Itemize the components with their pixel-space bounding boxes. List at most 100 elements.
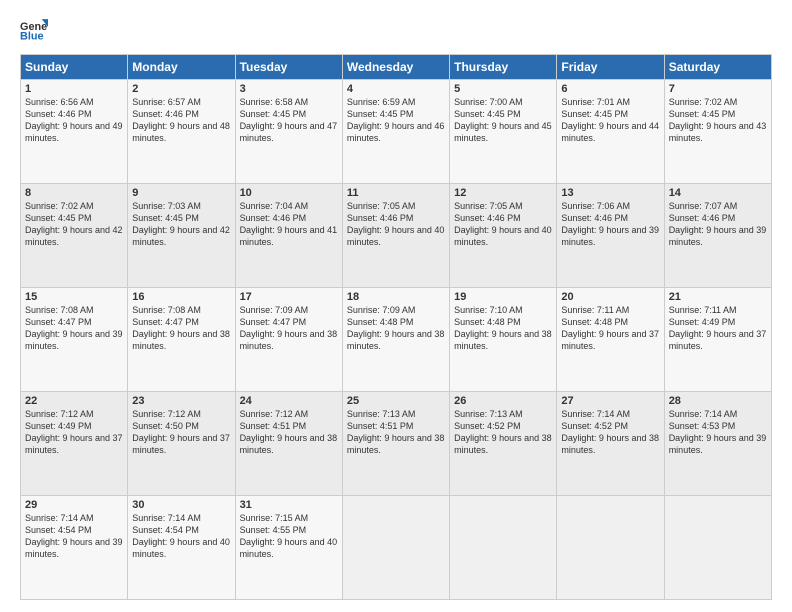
calendar-day-cell: 20Sunrise: 7:11 AMSunset: 4:48 PMDayligh… (557, 288, 664, 392)
day-number: 21 (669, 291, 767, 303)
day-number: 26 (454, 395, 552, 407)
day-number: 11 (347, 187, 445, 199)
calendar-header-tuesday: Tuesday (235, 55, 342, 80)
calendar-day-cell: 1 Sunrise: 6:56 AMSunset: 4:46 PMDaylight… (21, 80, 128, 184)
day-number: 24 (240, 395, 338, 407)
calendar-week-row: 22Sunrise: 7:12 AMSunset: 4:49 PMDayligh… (21, 392, 772, 496)
calendar-day-cell: 13Sunrise: 7:06 AMSunset: 4:46 PMDayligh… (557, 184, 664, 288)
calendar-day-cell: 10 Sunrise: 7:04 AMSunset: 4:46 PMDayligh… (235, 184, 342, 288)
day-info: Sunrise: 6:57 AMSunset: 4:46 PMDaylight:… (132, 97, 230, 143)
day-number: 7 (669, 83, 767, 95)
day-info: Sunrise: 7:06 AMSunset: 4:46 PMDaylight:… (561, 201, 659, 247)
header: General Blue (20, 16, 772, 44)
calendar-day-cell: 11 Sunrise: 7:05 AMSunset: 4:46 PMDayligh… (342, 184, 449, 288)
calendar-day-cell: 17Sunrise: 7:09 AMSunset: 4:47 PMDayligh… (235, 288, 342, 392)
day-info: Sunrise: 7:08 AMSunset: 4:47 PMDaylight:… (25, 305, 123, 351)
day-number: 2 (132, 83, 230, 95)
calendar-day-cell: 15 Sunrise: 7:08 AMSunset: 4:47 PMDayligh… (21, 288, 128, 392)
day-number: 31 (240, 499, 338, 511)
calendar-day-cell: 27 Sunrise: 7:14 AMSunset: 4:52 PMDayligh… (557, 392, 664, 496)
day-number: 15 (25, 291, 123, 303)
calendar-day-cell: 22Sunrise: 7:12 AMSunset: 4:49 PMDayligh… (21, 392, 128, 496)
calendar-header-saturday: Saturday (664, 55, 771, 80)
calendar-day-cell: 8 Sunrise: 7:02 AMSunset: 4:45 PMDaylight… (21, 184, 128, 288)
day-number: 16 (132, 291, 230, 303)
calendar-header-sunday: Sunday (21, 55, 128, 80)
day-number: 17 (240, 291, 338, 303)
day-info: Sunrise: 7:02 AMSunset: 4:45 PMDaylight:… (669, 97, 767, 143)
day-info: Sunrise: 7:14 AMSunset: 4:54 PMDaylight:… (132, 513, 230, 559)
calendar-day-cell: 26 Sunrise: 7:13 AMSunset: 4:52 PMDayligh… (450, 392, 557, 496)
calendar-day-cell: 7 Sunrise: 7:02 AMSunset: 4:45 PMDaylight… (664, 80, 771, 184)
calendar-header-friday: Friday (557, 55, 664, 80)
calendar-day-cell: 14 Sunrise: 7:07 AMSunset: 4:46 PMDayligh… (664, 184, 771, 288)
day-info: Sunrise: 7:14 AMSunset: 4:53 PMDaylight:… (669, 409, 767, 455)
day-number: 10 (240, 187, 338, 199)
day-number: 6 (561, 83, 659, 95)
logo-icon: General Blue (20, 16, 48, 44)
calendar-day-cell: 9 Sunrise: 7:03 AMSunset: 4:45 PMDaylight… (128, 184, 235, 288)
day-info: Sunrise: 7:12 AMSunset: 4:49 PMDaylight:… (25, 409, 123, 455)
calendar-day-cell: 25Sunrise: 7:13 AMSunset: 4:51 PMDayligh… (342, 392, 449, 496)
day-number: 27 (561, 395, 659, 407)
day-info: Sunrise: 6:56 AMSunset: 4:46 PMDaylight:… (25, 97, 123, 143)
calendar-day-cell: 23 Sunrise: 7:12 AMSunset: 4:50 PMDayligh… (128, 392, 235, 496)
calendar-day-cell: 29 Sunrise: 7:14 AMSunset: 4:54 PMDayligh… (21, 496, 128, 600)
day-info: Sunrise: 6:59 AMSunset: 4:45 PMDaylight:… (347, 97, 445, 143)
day-info: Sunrise: 7:11 AMSunset: 4:49 PMDaylight:… (669, 305, 767, 351)
day-info: Sunrise: 6:58 AMSunset: 4:45 PMDaylight:… (240, 97, 338, 143)
calendar-day-cell: 16 Sunrise: 7:08 AMSunset: 4:47 PMDayligh… (128, 288, 235, 392)
calendar-day-cell: 12Sunrise: 7:05 AMSunset: 4:46 PMDayligh… (450, 184, 557, 288)
day-number: 19 (454, 291, 552, 303)
day-number: 23 (132, 395, 230, 407)
page: General Blue SundayMondayTuesdayWednesda… (0, 0, 792, 612)
calendar-day-cell: 21 Sunrise: 7:11 AMSunset: 4:49 PMDayligh… (664, 288, 771, 392)
day-info: Sunrise: 7:07 AMSunset: 4:46 PMDaylight:… (669, 201, 767, 247)
day-number: 30 (132, 499, 230, 511)
day-info: Sunrise: 7:08 AMSunset: 4:47 PMDaylight:… (132, 305, 230, 351)
day-number: 1 (25, 83, 123, 95)
calendar-header-monday: Monday (128, 55, 235, 80)
day-info: Sunrise: 7:03 AMSunset: 4:45 PMDaylight:… (132, 201, 230, 247)
calendar-day-cell: 3 Sunrise: 6:58 AMSunset: 4:45 PMDaylight… (235, 80, 342, 184)
calendar-week-row: 29 Sunrise: 7:14 AMSunset: 4:54 PMDayligh… (21, 496, 772, 600)
day-info: Sunrise: 7:13 AMSunset: 4:51 PMDaylight:… (347, 409, 445, 455)
day-info: Sunrise: 7:04 AMSunset: 4:46 PMDaylight:… (240, 201, 338, 247)
calendar-day-cell: 24 Sunrise: 7:12 AMSunset: 4:51 PMDayligh… (235, 392, 342, 496)
day-info: Sunrise: 7:05 AMSunset: 4:46 PMDaylight:… (454, 201, 552, 247)
day-number: 9 (132, 187, 230, 199)
calendar-day-cell: 6 Sunrise: 7:01 AMSunset: 4:45 PMDaylight… (557, 80, 664, 184)
calendar-day-cell: 31 Sunrise: 7:15 AMSunset: 4:55 PMDayligh… (235, 496, 342, 600)
calendar-week-row: 15 Sunrise: 7:08 AMSunset: 4:47 PMDayligh… (21, 288, 772, 392)
calendar-header-thursday: Thursday (450, 55, 557, 80)
day-info: Sunrise: 7:15 AMSunset: 4:55 PMDaylight:… (240, 513, 338, 559)
calendar-header-row: SundayMondayTuesdayWednesdayThursdayFrid… (21, 55, 772, 80)
day-info: Sunrise: 7:13 AMSunset: 4:52 PMDaylight:… (454, 409, 552, 455)
calendar-day-cell: 2 Sunrise: 6:57 AMSunset: 4:46 PMDaylight… (128, 80, 235, 184)
calendar-day-cell (664, 496, 771, 600)
day-info: Sunrise: 7:14 AMSunset: 4:54 PMDaylight:… (25, 513, 123, 559)
day-number: 14 (669, 187, 767, 199)
day-info: Sunrise: 7:02 AMSunset: 4:45 PMDaylight:… (25, 201, 123, 247)
svg-text:Blue: Blue (20, 30, 44, 42)
day-number: 29 (25, 499, 123, 511)
day-number: 3 (240, 83, 338, 95)
calendar-day-cell: 28 Sunrise: 7:14 AMSunset: 4:53 PMDayligh… (664, 392, 771, 496)
day-number: 20 (561, 291, 659, 303)
calendar-day-cell: 18Sunrise: 7:09 AMSunset: 4:48 PMDayligh… (342, 288, 449, 392)
day-info: Sunrise: 7:01 AMSunset: 4:45 PMDaylight:… (561, 97, 659, 143)
day-number: 5 (454, 83, 552, 95)
calendar-day-cell: 5Sunrise: 7:00 AMSunset: 4:45 PMDaylight… (450, 80, 557, 184)
day-number: 4 (347, 83, 445, 95)
calendar-day-cell (450, 496, 557, 600)
day-info: Sunrise: 7:14 AMSunset: 4:52 PMDaylight:… (561, 409, 659, 455)
calendar-day-cell (557, 496, 664, 600)
calendar-day-cell (342, 496, 449, 600)
day-number: 8 (25, 187, 123, 199)
day-info: Sunrise: 7:12 AMSunset: 4:50 PMDaylight:… (132, 409, 230, 455)
calendar-day-cell: 19Sunrise: 7:10 AMSunset: 4:48 PMDayligh… (450, 288, 557, 392)
day-info: Sunrise: 7:12 AMSunset: 4:51 PMDaylight:… (240, 409, 338, 455)
logo: General Blue (20, 16, 48, 44)
day-info: Sunrise: 7:05 AMSunset: 4:46 PMDaylight:… (347, 201, 445, 247)
day-number: 28 (669, 395, 767, 407)
